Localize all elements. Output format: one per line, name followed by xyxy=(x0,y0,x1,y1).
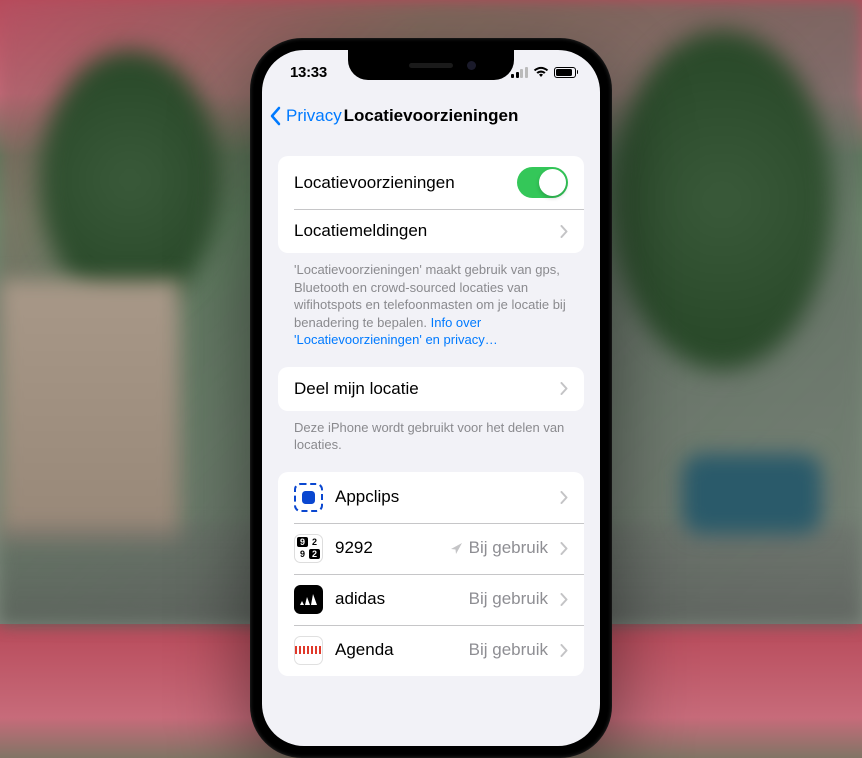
share-location-group: Deel mijn locatie xyxy=(278,367,584,411)
app-row-9292[interactable]: 9292 9292 Bij gebruik xyxy=(278,523,584,574)
app-name: Agenda xyxy=(335,640,457,660)
location-alerts-row[interactable]: Locatiemeldingen xyxy=(278,209,584,253)
app-permission: Bij gebruik xyxy=(450,538,548,558)
app-permission: Bij gebruik xyxy=(469,640,548,660)
calendar-icon xyxy=(294,636,323,665)
app-row-adidas[interactable]: adidas Bij gebruik xyxy=(278,574,584,625)
phone-screen: 13:33 Privacy Locatievoorzieningen xyxy=(262,50,600,746)
location-arrow-icon xyxy=(450,542,463,555)
location-services-group: Locatievoorzieningen Locatiemeldingen xyxy=(278,156,584,253)
adidas-icon xyxy=(294,585,323,614)
app-permission: Bij gebruik xyxy=(469,589,548,609)
apps-list-group: Appclips 9292 9292 Bij gebruik xyxy=(278,472,584,676)
row-label: Locatiemeldingen xyxy=(294,221,548,241)
battery-icon xyxy=(554,67,579,78)
row-label: Locatievoorzieningen xyxy=(294,173,505,193)
app-row-agenda[interactable]: Agenda Bij gebruik xyxy=(278,625,584,676)
chevron-right-icon xyxy=(560,225,568,238)
navigation-bar: Privacy Locatievoorzieningen xyxy=(262,94,600,138)
location-services-toggle[interactable] xyxy=(517,167,568,198)
back-button[interactable]: Privacy xyxy=(270,106,342,126)
9292-icon: 9292 xyxy=(294,534,323,563)
chevron-right-icon xyxy=(560,382,568,395)
phone-device-frame: 13:33 Privacy Locatievoorzieningen xyxy=(250,38,612,758)
location-services-row[interactable]: Locatievoorzieningen xyxy=(278,156,584,209)
row-label: Deel mijn locatie xyxy=(294,379,548,399)
app-name: Appclips xyxy=(335,487,536,507)
wifi-icon xyxy=(533,66,549,78)
chevron-right-icon xyxy=(560,491,568,504)
share-my-location-row[interactable]: Deel mijn locatie xyxy=(278,367,584,411)
page-title: Locatievoorzieningen xyxy=(344,106,519,126)
background-car xyxy=(682,454,822,534)
phone-notch xyxy=(348,50,514,80)
background-tree xyxy=(40,50,220,310)
background-building xyxy=(0,280,180,540)
toggle-knob xyxy=(539,169,566,196)
chevron-right-icon xyxy=(560,593,568,606)
appclips-icon xyxy=(294,483,323,512)
status-indicators xyxy=(511,66,578,78)
app-name: 9292 xyxy=(335,538,438,558)
settings-content[interactable]: Locatievoorzieningen Locatiemeldingen 'L… xyxy=(262,138,600,746)
cellular-signal-icon xyxy=(511,67,528,78)
chevron-right-icon xyxy=(560,644,568,657)
share-location-footer: Deze iPhone wordt gebruikt voor het dele… xyxy=(278,411,584,454)
chevron-left-icon xyxy=(270,106,282,126)
chevron-right-icon xyxy=(560,542,568,555)
app-name: adidas xyxy=(335,589,457,609)
back-label: Privacy xyxy=(286,106,342,126)
status-time: 13:33 xyxy=(290,64,327,81)
location-services-footer: 'Locatievoorzieningen' maakt gebruik van… xyxy=(278,253,584,349)
background-tree xyxy=(612,30,832,370)
app-row-appclips[interactable]: Appclips xyxy=(278,472,584,523)
